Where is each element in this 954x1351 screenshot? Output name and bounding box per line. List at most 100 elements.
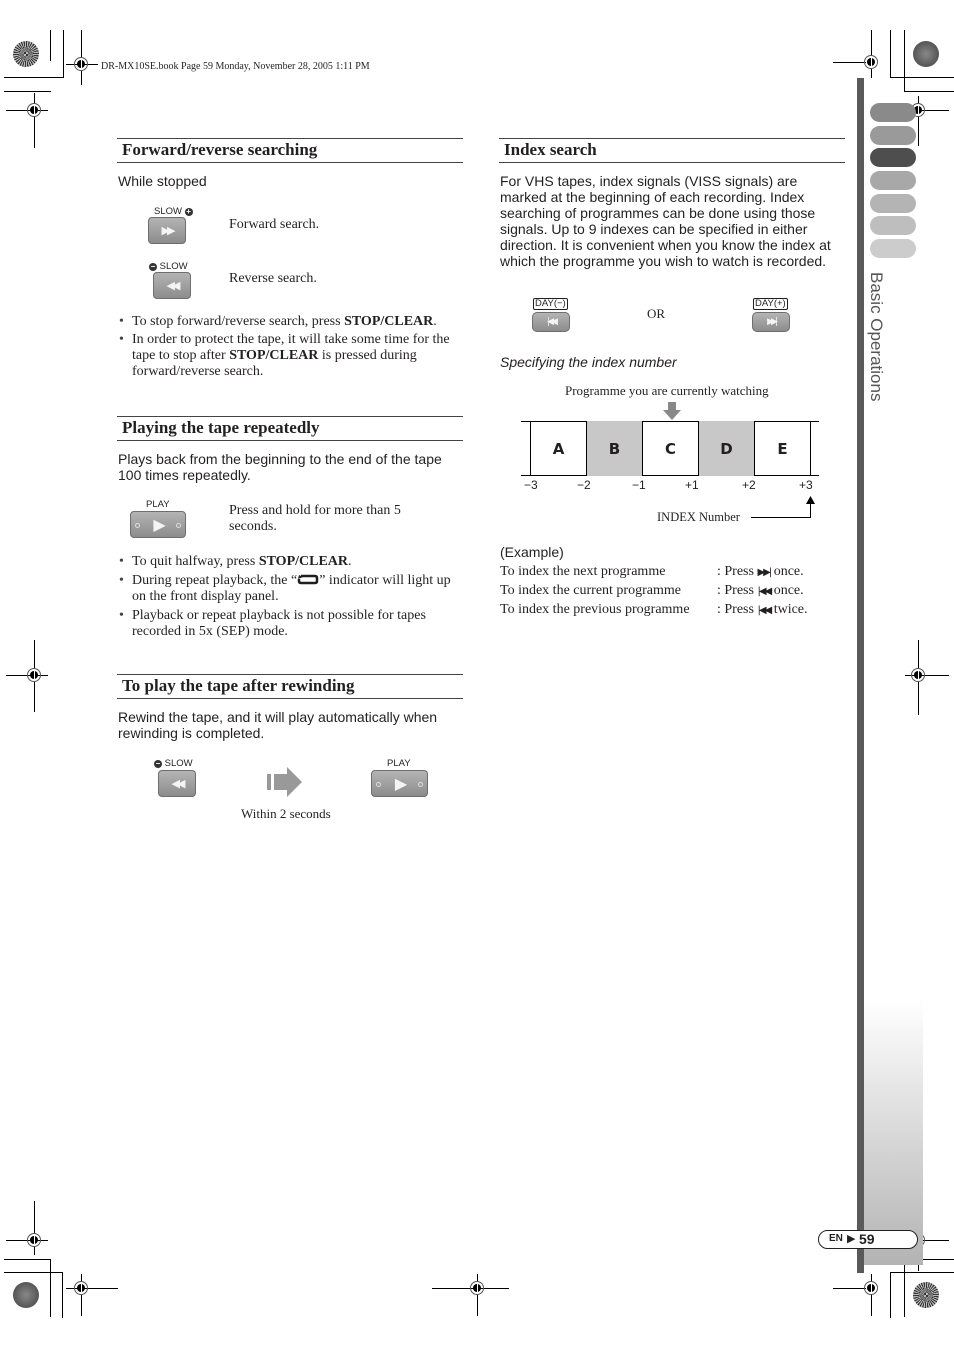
chapter-tab-5[interactable] [870, 194, 916, 213]
current-programme-label: Programme you are currently watching [565, 383, 769, 398]
skip-forward-icon: ▶▶| [757, 567, 772, 578]
forward-reverse-notes: To stop forward/reverse search, press ST… [118, 314, 464, 383]
heading-text: Forward/reverse searching [122, 140, 318, 159]
programme-block-b: B [586, 421, 642, 476]
programme-block-d: D [698, 421, 754, 476]
skip-back-icon: |◀◀ [757, 586, 772, 597]
section-heading-index-search: Index search [499, 138, 845, 163]
index-tick-label: −2 [577, 478, 591, 492]
color-registration-target [913, 1282, 939, 1308]
repeat-notes: To quit halfway, press STOP/CLEAR. Durin… [118, 554, 464, 643]
press-text: : Press [717, 583, 754, 598]
note-item: During repeat playback, the “” indicator… [118, 573, 464, 605]
arrow-right-icon: ▶ [847, 1233, 856, 1245]
fast-forward-icon: ▶▶ [161, 224, 176, 237]
reverse-search-description: Reverse search. [229, 271, 317, 286]
language-code: EN [829, 1233, 843, 1244]
play-label: PLAY [387, 758, 411, 769]
forward-search-button[interactable]: ▶▶ [148, 217, 186, 244]
chapter-tab-3[interactable] [870, 148, 916, 167]
rewind-icon: ◀◀ [166, 279, 181, 292]
book-header: DR-MX10SE.book Page 59 Monday, November … [101, 61, 370, 72]
slow-minus-label: − SLOW [154, 758, 193, 769]
press-count: once. [773, 583, 804, 598]
day-plus-label: DAY(+) [753, 298, 788, 310]
within-seconds-caption: Within 2 seconds [241, 806, 331, 821]
index-next-button[interactable]: ▶▶| [752, 312, 790, 332]
note-item: To stop forward/reverse search, press ST… [118, 314, 464, 330]
day-minus-label: DAY(−) [533, 298, 568, 310]
note-item: To quit halfway, press STOP/CLEAR. [118, 554, 464, 570]
registration-mark-icon [911, 668, 925, 682]
side-gradient [864, 1000, 923, 1265]
registration-mark-icon [864, 1281, 878, 1295]
color-registration-target [13, 41, 39, 67]
skip-back-icon: |◀◀ [757, 605, 772, 616]
press-text: : Press [717, 564, 754, 579]
press-count: twice. [773, 602, 808, 617]
heading-text: To play the tape after rewinding [122, 676, 355, 695]
programme-block-e: E [754, 421, 810, 476]
play-icon: ▶ [394, 774, 407, 793]
registration-mark-icon [74, 57, 88, 71]
arrow-up-icon [806, 496, 815, 504]
press-text: : Press [717, 602, 754, 617]
page-number: 59 [859, 1231, 875, 1247]
registration-mark-icon [27, 103, 41, 117]
section-heading-forward-reverse: Forward/reverse searching [117, 138, 463, 163]
heading-text: Index search [504, 140, 597, 159]
rewind-button[interactable]: ◀◀ [158, 770, 196, 797]
programme-block-c: C [642, 421, 698, 476]
registration-mark-icon [864, 55, 878, 69]
index-subheading: Specifying the index number [500, 354, 677, 370]
minus-icon: − [154, 759, 162, 768]
note-item: Playback or repeat playback is not possi… [118, 608, 464, 640]
play-button[interactable]: ▶ [130, 511, 186, 538]
example-instruction: : Press |◀◀ twice. [717, 602, 808, 618]
index-previous-button[interactable]: |◀◀ [532, 312, 570, 332]
after-rewind-intro: Rewind the tape, and it will play automa… [118, 709, 438, 741]
tape-end-line [810, 421, 811, 476]
side-bar [857, 78, 864, 1273]
press-count: once. [773, 564, 804, 579]
arrow-right-icon [267, 767, 302, 797]
skip-forward-icon: ▶▶| [767, 317, 778, 327]
chapter-tab-1[interactable] [870, 103, 916, 122]
color-registration-target [913, 41, 939, 67]
index-tick-label: +1 [685, 478, 699, 492]
forward-reverse-intro: While stopped [118, 173, 207, 189]
repeat-intro: Plays back from the beginning to the end… [118, 451, 442, 483]
index-tick-label: −1 [632, 478, 646, 492]
reverse-search-button[interactable]: ◀◀ [153, 272, 191, 299]
play-label: PLAY [146, 499, 170, 510]
arrow-down-icon [663, 402, 681, 420]
rewind-icon: ◀◀ [171, 777, 186, 790]
play-button[interactable]: ▶ [371, 770, 428, 797]
example-action: To index the current programme [500, 583, 681, 598]
registration-mark-icon [470, 1281, 484, 1295]
chapter-tab-7[interactable] [870, 239, 916, 258]
section-heading-after-rewind: To play the tape after rewinding [117, 674, 463, 699]
forward-search-description: Forward search. [229, 217, 320, 232]
registration-mark-icon [27, 668, 41, 682]
example-instruction: : Press ▶▶| once. [717, 564, 804, 580]
repeat-icon [297, 574, 319, 585]
example-title: (Example) [500, 544, 564, 560]
index-tick-label: +2 [742, 478, 756, 492]
section-heading-repeat: Playing the tape repeatedly [117, 416, 463, 441]
registration-mark-icon [27, 1233, 41, 1247]
play-hold-description: Press and hold for more than 5 seconds. [229, 503, 401, 534]
registration-mark-icon [74, 1281, 88, 1295]
color-registration-target [13, 1282, 39, 1308]
chapter-tab-6[interactable] [870, 216, 916, 235]
chapter-tab-4[interactable] [870, 171, 916, 190]
chapter-tab-2[interactable] [870, 126, 916, 145]
programme-block-a: A [530, 421, 586, 476]
index-tick-label: +3 [799, 478, 813, 492]
example-instruction: : Press |◀◀ once. [717, 583, 804, 599]
page-number-badge: EN ▶ 59 [818, 1230, 918, 1249]
or-label: OR [647, 306, 666, 321]
index-number-label: INDEX Number [657, 510, 740, 524]
index-tick-label: −3 [524, 478, 538, 492]
heading-text: Playing the tape repeatedly [122, 418, 320, 437]
